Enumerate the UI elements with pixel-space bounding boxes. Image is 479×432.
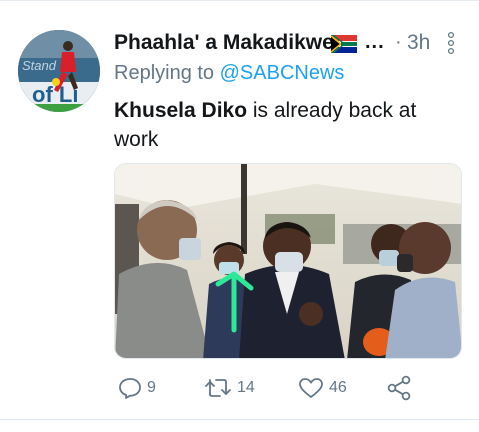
- avatar[interactable]: Stand of Li: [18, 30, 100, 112]
- reply-button[interactable]: 9: [118, 373, 156, 403]
- replying-to: Replying to @SABCNews: [114, 62, 344, 85]
- bottom-divider: [0, 419, 479, 420]
- replying-to-prefix: Replying to: [114, 62, 220, 84]
- retweet-icon: [204, 377, 232, 399]
- separator-dot: ·: [395, 31, 402, 53]
- reply-count: 9: [147, 379, 156, 396]
- retweet-count: 14: [237, 379, 255, 396]
- name-truncation: ...: [365, 31, 385, 53]
- author-name[interactable]: Phaahla' a Makadikwe: [114, 31, 334, 55]
- timestamp[interactable]: 3h: [407, 31, 430, 55]
- share-button[interactable]: [386, 373, 412, 403]
- svg-text:Stand: Stand: [22, 58, 57, 73]
- reply-handle-link[interactable]: @SABCNews: [220, 62, 345, 84]
- share-icon: [386, 375, 412, 401]
- like-button[interactable]: 46: [298, 373, 347, 403]
- vertical-dots-icon[interactable]: [446, 31, 456, 60]
- tweet-photo[interactable]: [114, 163, 462, 359]
- tweet-actions: 9 14 46: [114, 373, 464, 403]
- tweet-body: Khusela Diko is already back at work: [114, 96, 464, 154]
- heart-icon: [298, 377, 324, 399]
- like-count: 46: [329, 379, 347, 396]
- tweet-header: Phaahla' a Makadikwe ... · 3h: [114, 29, 464, 57]
- reply-icon: [118, 377, 142, 399]
- top-divider: [0, 0, 479, 1]
- tweet-body-bold: Khusela Diko: [114, 99, 248, 122]
- south-africa-flag-icon: [331, 35, 357, 58]
- retweet-button[interactable]: 14: [204, 373, 255, 403]
